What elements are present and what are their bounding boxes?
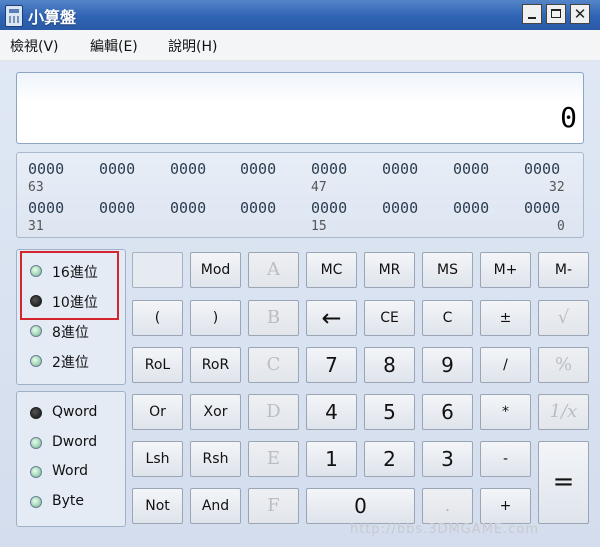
multiply-button[interactable]: *	[480, 394, 531, 430]
mc-button[interactable]: MC	[306, 252, 357, 288]
backspace-button[interactable]: ←	[306, 300, 357, 336]
bit-group[interactable]: 0000	[453, 160, 489, 178]
hex-b-button[interactable]: B	[248, 300, 299, 336]
bit-group[interactable]: 0000	[240, 199, 276, 217]
bit-position-label: 47	[311, 180, 327, 195]
bit-group[interactable]: 0000	[453, 199, 489, 217]
digit-2-button[interactable]: 2	[364, 441, 415, 477]
radio-label: Word	[52, 463, 88, 479]
menu-help[interactable]: 說明(H)	[168, 36, 217, 56]
bit-group[interactable]: 0000	[99, 199, 135, 217]
divide-button[interactable]: /	[480, 347, 531, 383]
bit-group[interactable]: 0000	[382, 199, 418, 217]
result-display: 0	[16, 72, 584, 144]
plus-minus-button[interactable]: ±	[480, 300, 531, 336]
calculator-icon	[5, 5, 23, 27]
equals-button[interactable]: =	[538, 441, 589, 524]
bit-position-label: 31	[28, 219, 44, 234]
radio-icon	[30, 496, 42, 508]
radio-label: Byte	[52, 493, 84, 509]
subtract-button[interactable]: -	[480, 441, 531, 477]
sqrt-button[interactable]: √	[538, 300, 589, 336]
bit-position-label: 63	[28, 180, 44, 195]
xor-button[interactable]: Xor	[190, 394, 241, 430]
bit-group[interactable]: 0000	[99, 160, 135, 178]
hex-e-button[interactable]: E	[248, 441, 299, 477]
lsh-button[interactable]: Lsh	[132, 441, 183, 477]
menu-view[interactable]: 檢視(V)	[10, 36, 59, 56]
watermark: http://bbs.3DMGAME.com	[350, 522, 540, 537]
bit-group[interactable]: 0000	[28, 199, 64, 217]
right-paren-button[interactable]: )	[190, 300, 241, 336]
bit-group[interactable]: 0000	[311, 160, 347, 178]
radio-label: Qword	[52, 404, 98, 420]
clear-entry-button[interactable]: CE	[364, 300, 415, 336]
rol-button[interactable]: RoL	[132, 347, 183, 383]
menu-edit[interactable]: 編輯(E)	[90, 36, 138, 56]
close-button[interactable]: ✕	[570, 4, 590, 24]
bit-group[interactable]: 0000	[524, 199, 560, 217]
not-button[interactable]: Not	[132, 488, 183, 524]
bit-group[interactable]: 0000	[170, 160, 206, 178]
ror-button[interactable]: RoR	[190, 347, 241, 383]
digit-7-button[interactable]: 7	[306, 347, 357, 383]
digit-4-button[interactable]: 4	[306, 394, 357, 430]
bit-position-label: 15	[311, 219, 327, 234]
and-button[interactable]: And	[190, 488, 241, 524]
bit-group[interactable]: 0000	[240, 160, 276, 178]
radio-label: Dword	[52, 434, 98, 450]
digit-0-button[interactable]: 0	[306, 488, 415, 524]
rsh-button[interactable]: Rsh	[190, 441, 241, 477]
mr-button[interactable]: MR	[364, 252, 415, 288]
digit-9-button[interactable]: 9	[422, 347, 473, 383]
or-button[interactable]: Or	[132, 394, 183, 430]
minimize-button[interactable]	[522, 4, 542, 24]
highlight-box	[20, 251, 119, 320]
bit-position-label: 0	[557, 219, 565, 234]
left-paren-button[interactable]: (	[132, 300, 183, 336]
digit-1-button[interactable]: 1	[306, 441, 357, 477]
close-icon: ✕	[573, 5, 587, 23]
radio-icon	[30, 437, 42, 449]
mod-button[interactable]: Mod	[190, 252, 241, 288]
title-bar: 小算盤 ✕	[0, 0, 600, 30]
window-title: 小算盤	[28, 8, 77, 27]
digit-6-button[interactable]: 6	[422, 394, 473, 430]
radio-icon	[30, 466, 42, 478]
hex-a-button[interactable]: A	[248, 252, 299, 288]
digit-8-button[interactable]: 8	[364, 347, 415, 383]
m-minus-button[interactable]: M-	[538, 252, 589, 288]
digit-5-button[interactable]: 5	[364, 394, 415, 430]
hex-c-button[interactable]: C	[248, 347, 299, 383]
percent-button[interactable]: %	[538, 347, 589, 383]
clear-button[interactable]: C	[422, 300, 473, 336]
decimal-button[interactable]: .	[422, 488, 473, 524]
radio-label: 8進位	[52, 325, 89, 341]
radio-label: 2進位	[52, 355, 89, 371]
bit-position-label: 32	[549, 180, 565, 195]
bit-group[interactable]: 0000	[170, 199, 206, 217]
m-plus-button[interactable]: M+	[480, 252, 531, 288]
add-button[interactable]: +	[480, 488, 531, 524]
radio-icon	[30, 325, 42, 337]
bit-group[interactable]: 0000	[524, 160, 560, 178]
reciprocal-button[interactable]: 1/x	[538, 394, 589, 430]
ms-button[interactable]: MS	[422, 252, 473, 288]
bit-group[interactable]: 0000	[28, 160, 64, 178]
hex-d-button[interactable]: D	[248, 394, 299, 430]
bit-group[interactable]: 0000	[311, 199, 347, 217]
hex-f-button[interactable]: F	[248, 488, 299, 524]
radio-selected-icon	[30, 407, 42, 419]
quote-key	[132, 252, 183, 288]
radio-icon	[30, 355, 42, 367]
bit-group[interactable]: 0000	[382, 160, 418, 178]
maximize-button[interactable]	[546, 4, 566, 24]
menu-bar: 檢視(V) 編輯(E) 說明(H)	[0, 30, 600, 61]
digit-3-button[interactable]: 3	[422, 441, 473, 477]
display-value: 0	[560, 101, 577, 134]
